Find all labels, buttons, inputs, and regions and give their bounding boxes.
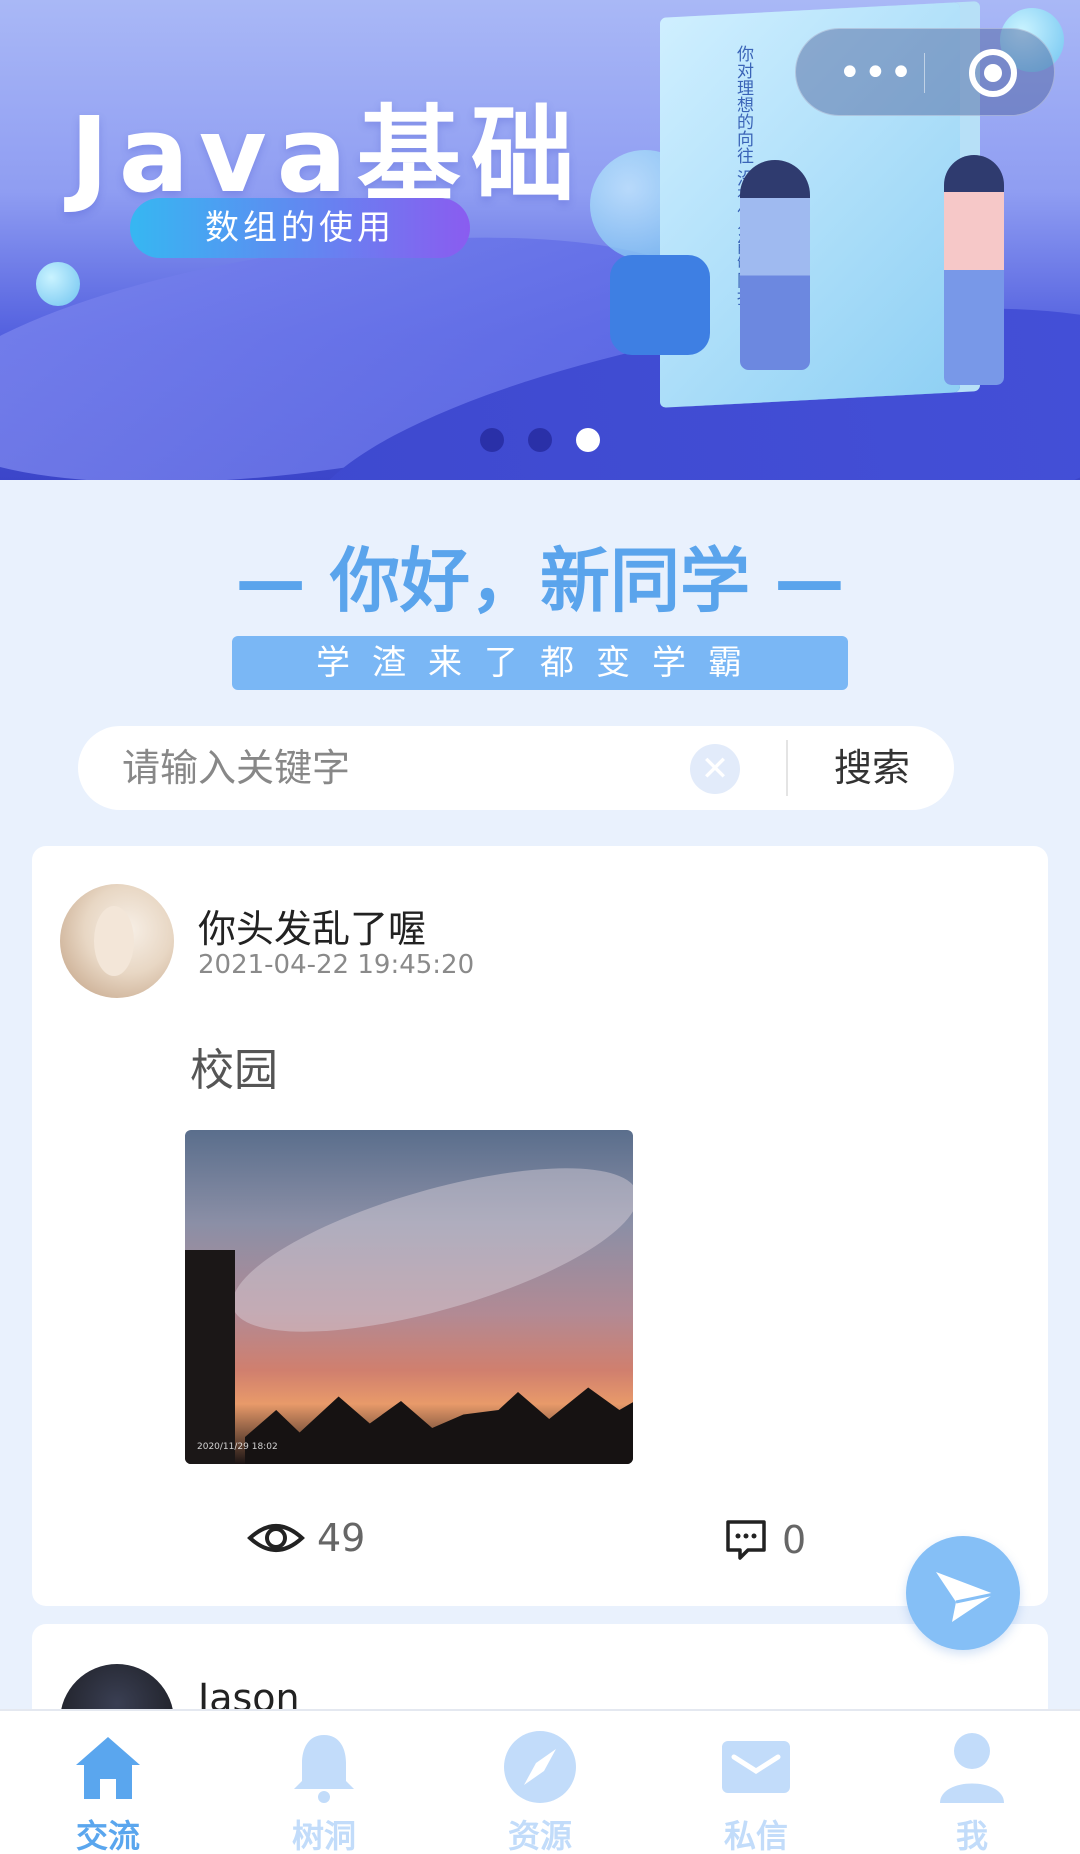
bottom-tab-bar: 交流 树洞 资源 私信 我 xyxy=(0,1709,1080,1854)
comment-icon[interactable] xyxy=(722,1516,770,1564)
mail-icon xyxy=(722,1741,790,1793)
slogan-banner: 学渣来了都变学霸 xyxy=(232,636,848,690)
more-dots-icon[interactable]: ••• xyxy=(838,53,915,93)
image-timestamp: 2020/11/29 18:02 xyxy=(197,1442,278,1452)
comment-count-value: 0 xyxy=(782,1518,807,1562)
post-time: 2021-04-22 19:45:20 xyxy=(198,950,475,980)
send-post-button[interactable] xyxy=(906,1536,1020,1650)
tab-label: 我 xyxy=(955,1817,988,1854)
eye-icon xyxy=(247,1524,305,1552)
person-illustration xyxy=(944,155,1004,385)
capsule-divider xyxy=(924,53,925,93)
view-count: 49 xyxy=(247,1516,365,1560)
tab-label: 树洞 xyxy=(291,1817,356,1854)
view-count-value: 49 xyxy=(317,1516,366,1560)
image-cloud xyxy=(216,1134,633,1366)
banner-subtitle: 数组的使用 xyxy=(130,198,470,258)
compass-icon xyxy=(504,1731,576,1803)
banner-orb xyxy=(36,262,80,306)
backpack-illustration xyxy=(610,255,710,355)
search-input[interactable] xyxy=(122,742,722,794)
miniprogram-capsule: ••• xyxy=(795,28,1055,116)
avatar[interactable] xyxy=(60,884,174,998)
post-card[interactable]: 你头发乱了喔 2021-04-22 19:45:20 校园 2020/11/29… xyxy=(32,846,1048,1606)
carousel-dot[interactable] xyxy=(480,428,504,452)
post-image[interactable]: 2020/11/29 18:02 xyxy=(185,1130,633,1464)
bell-icon xyxy=(294,1735,354,1803)
post-text: 校园 xyxy=(190,1045,278,1096)
home-icon xyxy=(76,1737,140,1799)
tab-messages[interactable]: 私信 xyxy=(648,1711,864,1854)
carousel-dot[interactable] xyxy=(528,428,552,452)
image-building xyxy=(185,1250,235,1464)
tab-treehole[interactable]: 树洞 xyxy=(216,1711,432,1854)
tab-label: 资源 xyxy=(507,1817,572,1854)
user-icon xyxy=(940,1733,1004,1803)
search-button[interactable]: 搜索 xyxy=(790,726,954,810)
tab-me[interactable]: 我 xyxy=(864,1711,1080,1854)
image-trees xyxy=(245,1387,633,1464)
paper-plane-icon xyxy=(936,1572,995,1622)
comment-count[interactable]: 0 xyxy=(722,1516,806,1564)
person-illustration xyxy=(740,160,810,370)
search-bar: ✕ 搜索 xyxy=(78,726,954,810)
carousel-dot-active[interactable] xyxy=(576,428,600,452)
carousel-indicators xyxy=(480,428,600,452)
post-username[interactable]: 你头发乱了喔 xyxy=(198,898,426,953)
tab-label: 交流 xyxy=(75,1817,140,1854)
target-icon[interactable] xyxy=(969,49,1017,97)
search-divider xyxy=(786,740,788,796)
tab-exchange[interactable]: 交流 xyxy=(0,1711,216,1854)
clear-icon[interactable]: ✕ xyxy=(690,744,740,794)
tab-resources[interactable]: 资源 xyxy=(432,1711,648,1854)
greeting-title: — 你好，新同学 — xyxy=(235,540,845,622)
tab-label: 私信 xyxy=(723,1817,788,1854)
